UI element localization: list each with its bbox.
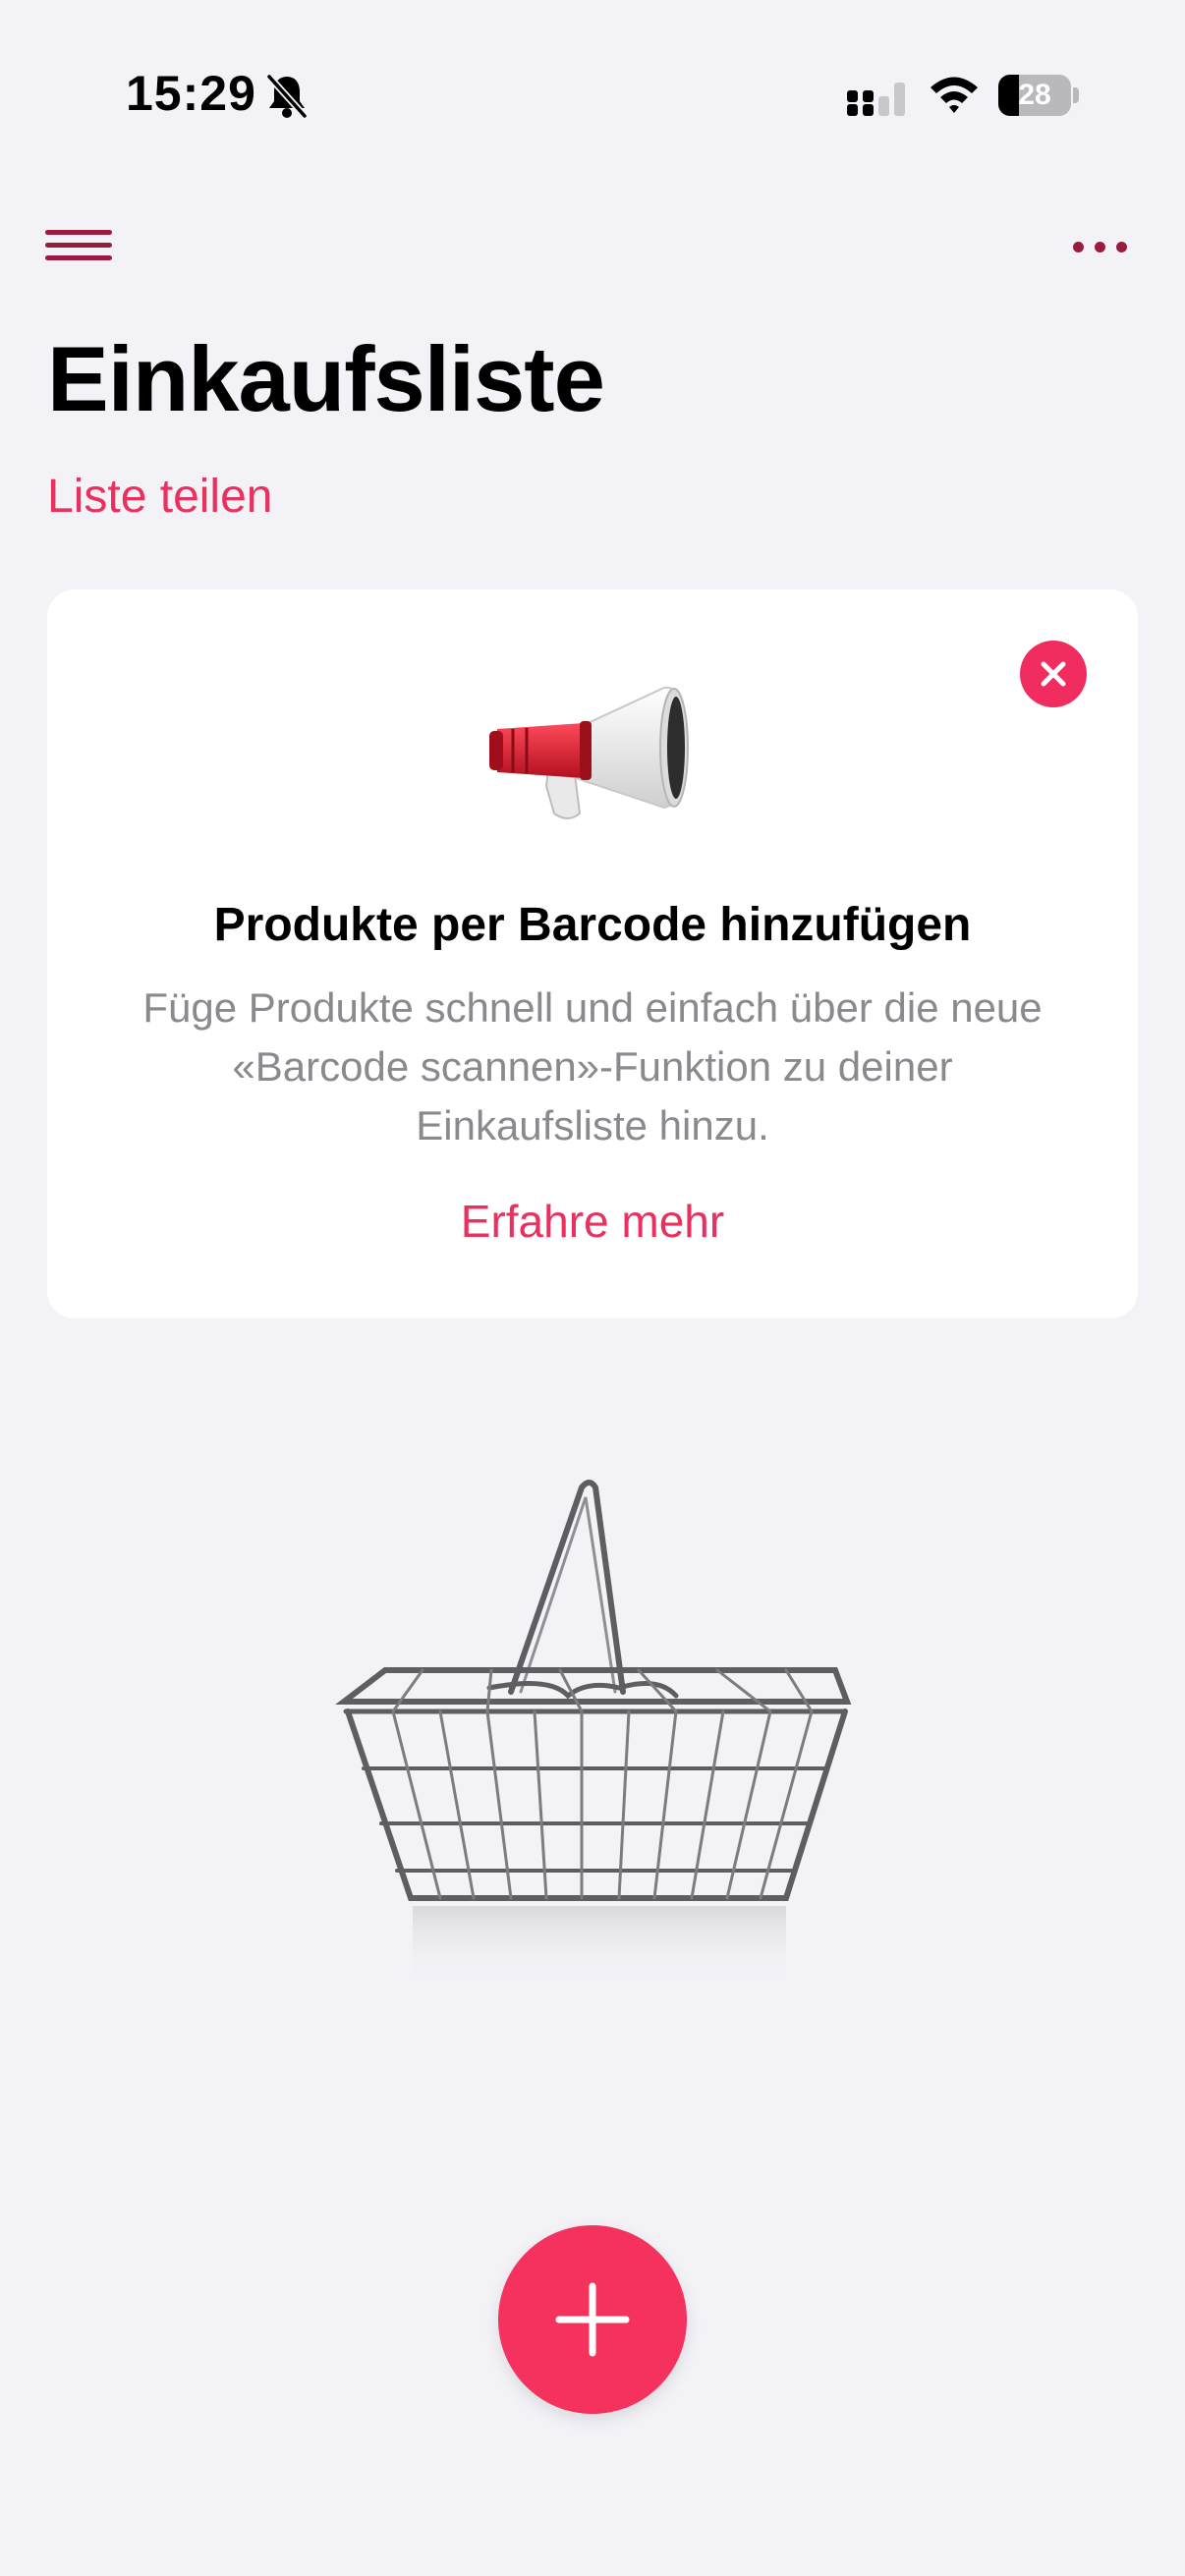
- battery-level: 28: [1018, 79, 1051, 111]
- hamburger-menu-icon[interactable]: [45, 224, 112, 267]
- page-title: Einkaufsliste: [47, 327, 605, 430]
- close-card-button[interactable]: [1020, 641, 1087, 707]
- card-description: Füge Produkte schnell und einfach über d…: [142, 984, 1043, 1148]
- add-item-button[interactable]: [498, 2225, 687, 2414]
- barcode-promo-card: Produkte per Barcode hinzufügen Füge Pro…: [47, 589, 1138, 1318]
- cellular-signal-icon: [847, 83, 905, 116]
- close-icon: [1041, 661, 1066, 687]
- status-bar: 15:29 28: [0, 0, 1185, 187]
- card-title: Produkte per Barcode hinzufügen: [213, 899, 972, 951]
- battery-icon: 28: [998, 75, 1079, 116]
- shopping-basket-illustration: [335, 1480, 852, 1985]
- status-time: 15:29: [126, 66, 256, 121]
- ellipsis-icon[interactable]: [1069, 232, 1132, 261]
- learn-more-link[interactable]: Erfahre mehr: [47, 1195, 1138, 1248]
- share-list-link[interactable]: Liste teilen: [47, 470, 272, 524]
- plus-icon: [555, 2282, 630, 2357]
- wifi-icon: [931, 77, 978, 113]
- bell-slash-icon: [266, 74, 308, 119]
- megaphone-icon: [489, 686, 689, 819]
